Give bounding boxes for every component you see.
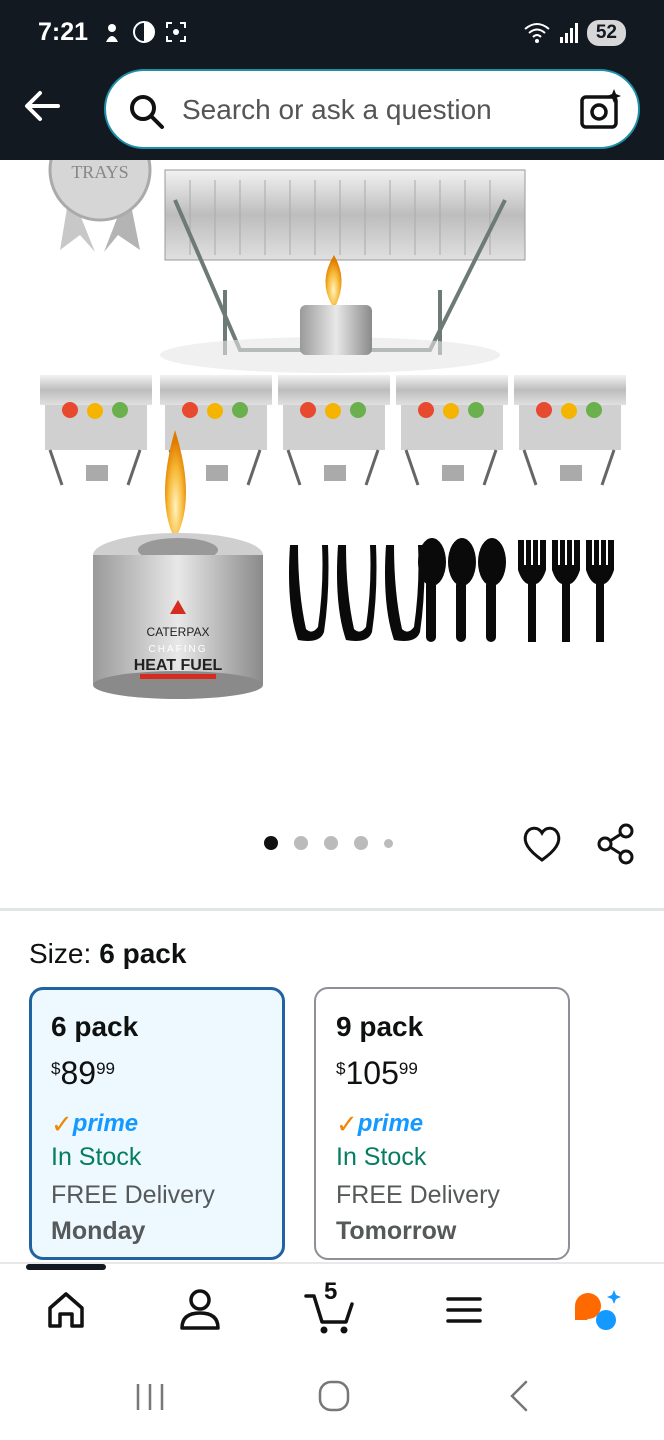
svg-text:CATERPAX: CATERPAX [147, 625, 210, 639]
prime-check-icon: ✓ [51, 1108, 73, 1139]
heart-icon[interactable] [520, 822, 564, 866]
status-notification-icons [100, 20, 188, 44]
size-label: Size: [29, 938, 92, 969]
serving-spoons [418, 538, 506, 642]
product-image[interactable]: TRAYS CATERPAX CHAFING HEAT FUEL [0, 160, 664, 810]
price-fraction: 99 [96, 1059, 115, 1078]
section-divider [0, 908, 664, 911]
serving-tongs [289, 545, 425, 641]
system-back-icon[interactable] [500, 1376, 540, 1416]
prime-check-icon: ✓ [336, 1108, 358, 1139]
delivery-text: FREE Delivery [336, 1181, 500, 1209]
account-icon[interactable] [172, 1284, 228, 1336]
circle-half-icon [133, 21, 155, 43]
system-navigation-bar [0, 1354, 664, 1440]
back-arrow-icon[interactable] [18, 82, 66, 130]
image-carousel-dots[interactable] [264, 836, 393, 850]
carousel-dot[interactable] [324, 836, 338, 850]
stock-status: In Stock [336, 1143, 427, 1171]
size-option-6-pack[interactable]: 6 pack $89 99 ✓ prime In Stock FREE Delive… [29, 987, 285, 1260]
delivery-day: Tomorrow [336, 1217, 457, 1245]
price-currency: $ [336, 1059, 346, 1078]
signal-icon [559, 23, 578, 43]
status-bar: 7:21 52 [0, 0, 664, 66]
svg-text:TRAYS: TRAYS [71, 162, 128, 182]
size-option-name: 9 pack [336, 1011, 424, 1042]
prime-badge: ✓ prime [51, 1108, 139, 1139]
size-selector-label: Size: 6 pack [29, 938, 186, 970]
mini-chafer-row [40, 375, 626, 486]
cart-button[interactable]: 5 [302, 1278, 358, 1336]
size-selected-value: 6 pack [99, 938, 187, 969]
search-input[interactable] [182, 85, 562, 135]
carousel-dot[interactable] [294, 836, 308, 850]
prime-badge: ✓ prime [336, 1108, 424, 1139]
cart-count-badge: 5 [324, 1278, 338, 1305]
carousel-dot[interactable] [384, 838, 393, 848]
svg-text:CHAFING: CHAFING [149, 644, 208, 655]
home-icon[interactable] [38, 1284, 94, 1336]
search-bar[interactable] [104, 69, 640, 149]
rufus-assistant-icon[interactable] [568, 1284, 624, 1336]
chafing-dish-kit-image: TRAYS CATERPAX CHAFING HEAT FUEL [40, 160, 626, 699]
camera-search-icon[interactable] [578, 87, 624, 133]
price-whole: 105 [345, 1055, 399, 1091]
price-fraction: 99 [398, 1059, 418, 1078]
carousel-dot[interactable] [264, 836, 278, 850]
size-option-9-pack[interactable]: 9 pack $105 99 ✓ prime In Stock FREE Deliv… [314, 987, 570, 1260]
app-header: 7:21 52 [0, 0, 664, 160]
price-whole: 89 [60, 1055, 97, 1091]
share-icon[interactable] [596, 822, 636, 866]
notification-icon [106, 24, 118, 42]
size-option-price: $89 99 [51, 1055, 282, 1095]
menu-icon[interactable] [436, 1284, 492, 1336]
active-tab-indicator [26, 1264, 106, 1270]
svg-text:HEAT FUEL: HEAT FUEL [134, 657, 223, 674]
wifi-icon [524, 23, 550, 43]
recent-apps-icon[interactable] [130, 1376, 170, 1416]
status-time: 7:21 [38, 18, 89, 46]
stock-status: In Stock [51, 1143, 142, 1171]
search-icon [130, 95, 164, 129]
screenshot-icon [166, 22, 186, 42]
delivery-text: FREE Delivery [51, 1181, 215, 1209]
delivery-day: Monday [51, 1217, 146, 1245]
award-ribbon-badge: TRAYS [48, 160, 152, 252]
bottom-navigation: 5 [0, 1262, 664, 1354]
size-option-name: 6 pack [51, 1011, 139, 1042]
home-circle-icon[interactable] [314, 1376, 354, 1416]
heat-fuel-can: CATERPAX CHAFING HEAT FUEL [93, 430, 263, 699]
battery-indicator: 52 [586, 20, 626, 46]
size-option-price: $105 99 [336, 1055, 568, 1095]
carousel-dot[interactable] [354, 836, 368, 850]
price-currency: $ [51, 1059, 61, 1078]
